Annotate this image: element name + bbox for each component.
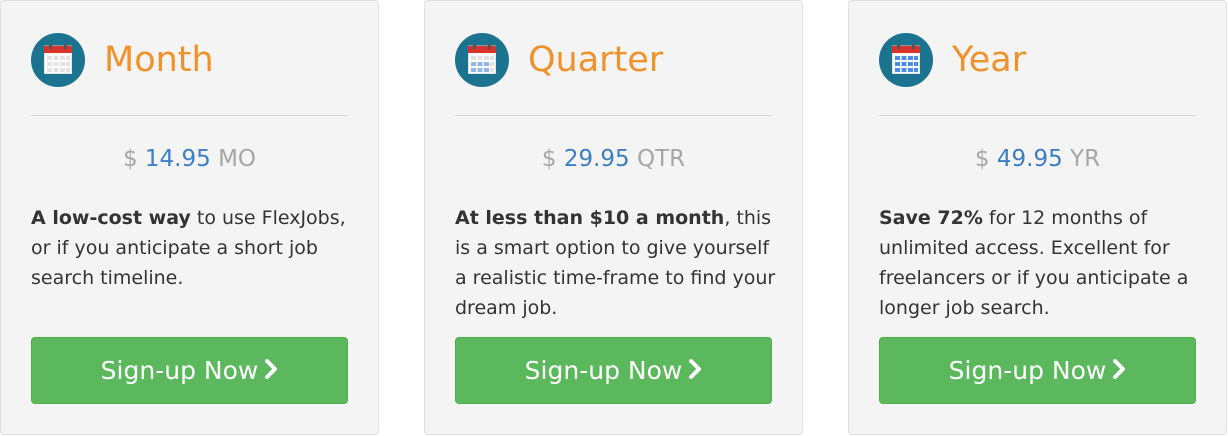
chevron-right-icon [264, 338, 278, 403]
price-unit: QTR [636, 146, 686, 172]
price-unit: MO [218, 146, 257, 172]
description-highlight: At less than $10 a month [455, 207, 725, 229]
calendar-icon [31, 33, 85, 87]
plan-title: Year [952, 40, 1027, 80]
price-amount: 29.95 [563, 146, 630, 172]
plan-title: Month [104, 40, 214, 80]
divider [31, 115, 348, 116]
description-highlight: A low-cost way [31, 207, 191, 229]
chevron-right-icon [1112, 338, 1126, 403]
plan-price: $ 14.95 MO [31, 145, 348, 173]
plan-card-year: Year $ 49.95 YR Save 72% for 12 months o… [848, 0, 1227, 435]
price-currency: $ [974, 146, 990, 172]
divider [455, 115, 772, 116]
price-currency: $ [541, 146, 557, 172]
plan-price: $ 49.95 YR [879, 145, 1196, 173]
plan-header: Month [31, 33, 348, 87]
signup-button-label: Sign-up Now [948, 356, 1107, 385]
plan-header: Quarter [455, 33, 772, 87]
signup-button-label: Sign-up Now [524, 356, 683, 385]
description-highlight: Save 72% [879, 207, 983, 229]
plan-card-quarter: Quarter $ 29.95 QTR At less than $10 a m… [424, 0, 803, 435]
pricing-plans: Month $ 14.95 MO A low-cost way to use F… [0, 0, 1228, 436]
price-amount: 49.95 [996, 146, 1063, 172]
plan-header: Year [879, 33, 1196, 87]
plan-title: Quarter [528, 40, 664, 80]
calendar-icon [879, 33, 933, 87]
signup-button-label: Sign-up Now [100, 356, 259, 385]
plan-description: At less than $10 a month, this is a smar… [455, 203, 776, 323]
price-currency: $ [122, 146, 138, 172]
chevron-right-icon [688, 338, 702, 403]
plan-card-month: Month $ 14.95 MO A low-cost way to use F… [0, 0, 379, 435]
signup-button[interactable]: Sign-up Now [455, 337, 772, 404]
plan-price: $ 29.95 QTR [455, 145, 772, 173]
divider [879, 115, 1196, 116]
plan-description: A low-cost way to use FlexJobs, or if yo… [31, 203, 352, 293]
calendar-icon [455, 33, 509, 87]
signup-button[interactable]: Sign-up Now [31, 337, 348, 404]
plan-description: Save 72% for 12 months of unlimited acce… [879, 203, 1200, 323]
price-amount: 14.95 [144, 146, 211, 172]
price-unit: YR [1070, 146, 1101, 172]
signup-button[interactable]: Sign-up Now [879, 337, 1196, 404]
